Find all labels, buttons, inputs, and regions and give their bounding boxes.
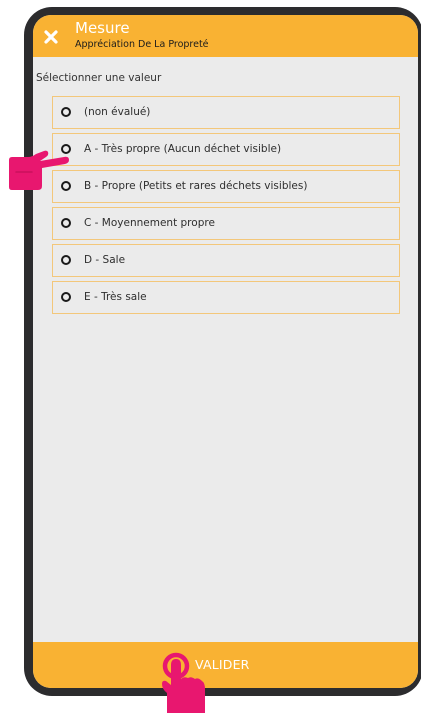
option-label: D - Sale bbox=[84, 254, 126, 266]
option-label: E - Très sale bbox=[84, 291, 147, 303]
radio-icon bbox=[61, 107, 71, 117]
modal-screen: Mesure Appréciation De La Propreté Sélec… bbox=[33, 15, 418, 688]
option-clean[interactable]: B - Propre (Petits et rares déchets visi… bbox=[52, 170, 400, 203]
page: Mesure Appréciation De La Propreté Sélec… bbox=[0, 0, 421, 713]
option-label: B - Propre (Petits et rares déchets visi… bbox=[84, 180, 308, 192]
modal-subtitle: Appréciation De La Propreté bbox=[75, 39, 209, 50]
close-icon bbox=[44, 30, 58, 44]
option-very-clean[interactable]: A - Très propre (Aucun déchet visible) bbox=[52, 133, 400, 166]
modal-title: Mesure bbox=[75, 19, 130, 37]
option-label: A - Très propre (Aucun déchet visible) bbox=[84, 143, 282, 155]
radio-icon bbox=[61, 255, 71, 265]
option-fairly-clean[interactable]: C - Moyennement propre bbox=[52, 207, 400, 240]
validate-button[interactable]: VALIDER bbox=[33, 642, 418, 688]
radio-icon bbox=[61, 292, 71, 302]
modal-header: Mesure Appréciation De La Propreté bbox=[33, 15, 418, 57]
radio-icon bbox=[61, 218, 71, 228]
close-button[interactable] bbox=[41, 27, 61, 47]
pointing-hand-icon bbox=[9, 150, 69, 190]
option-not-evaluated[interactable]: (non évalué) bbox=[52, 96, 400, 129]
option-very-dirty[interactable]: E - Très sale bbox=[52, 281, 400, 314]
value-options-list: (non évalué) A - Très propre (Aucun déch… bbox=[52, 96, 400, 318]
tap-hand-icon bbox=[162, 652, 205, 713]
option-dirty[interactable]: D - Sale bbox=[52, 244, 400, 277]
select-value-prompt: Sélectionner une valeur bbox=[36, 72, 162, 84]
option-label: (non évalué) bbox=[84, 106, 151, 118]
option-label: C - Moyennement propre bbox=[84, 217, 215, 229]
